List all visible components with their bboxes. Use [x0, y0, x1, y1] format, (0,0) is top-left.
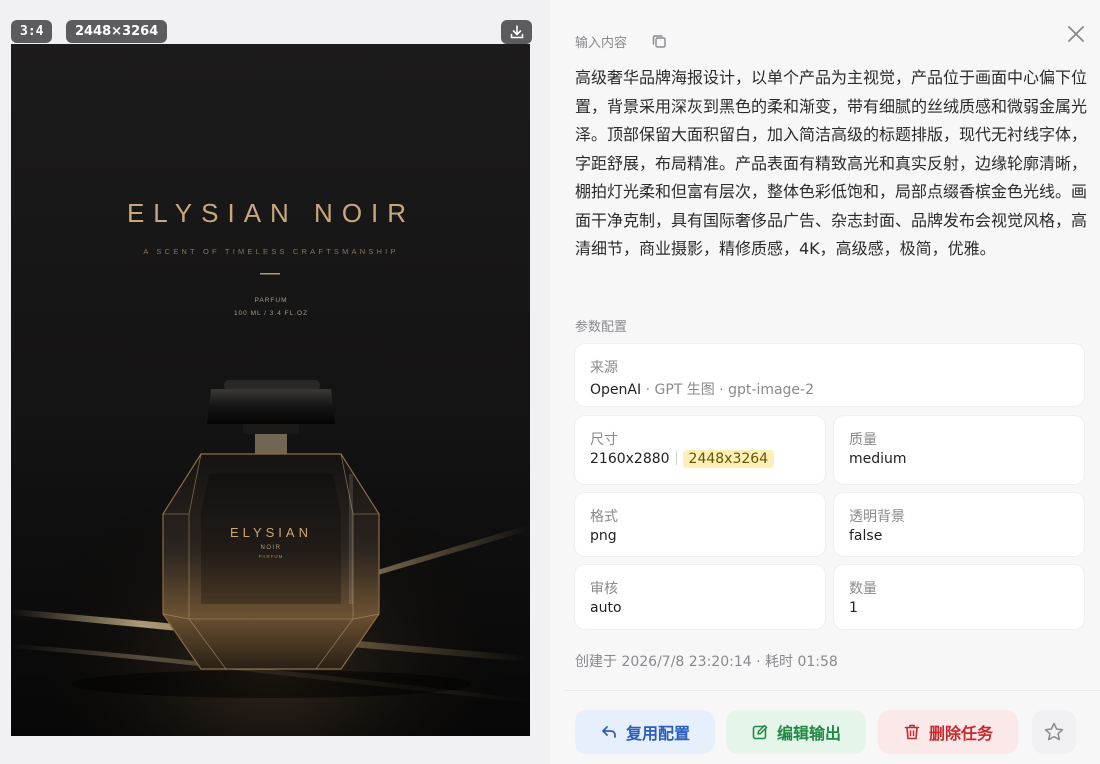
- param-transparent-value: false: [849, 528, 883, 544]
- resolution-badge: 2448×3264: [66, 20, 168, 43]
- image-detail-dialog: 3:4 2448×3264 ELYSIAN NOIR A SCENT OF TI…: [0, 0, 1100, 764]
- divider: [564, 690, 1100, 691]
- param-moderation-card: 审核 auto: [575, 565, 825, 629]
- param-moderation-value: auto: [590, 600, 622, 616]
- star-icon: [1044, 722, 1064, 741]
- edit-output-button[interactable]: 编辑输出: [726, 710, 866, 754]
- poster-volume: 100 ML / 3.4 FL.OZ: [234, 310, 308, 317]
- poster-product-type: PARFUM: [255, 297, 288, 304]
- task-details-pane: 输入内容 高级奢华品牌海报设计，以单个产品为主视觉，产品位于画面中心偏下位置，背…: [550, 0, 1100, 764]
- actual-size-highlight: 2448x3264: [682, 450, 775, 468]
- params-section-title: 参数配置: [575, 320, 628, 335]
- param-quality-label: 质量: [849, 432, 877, 448]
- download-button[interactable]: [501, 20, 532, 44]
- trash-icon: [904, 724, 920, 740]
- generated-image[interactable]: ELYSIAN NOIR A SCENT OF TIMELESS CRAFTSM…: [11, 44, 530, 736]
- source-dot: ·: [645, 382, 651, 398]
- param-format-value: png: [590, 528, 617, 544]
- image-preview-pane: 3:4 2448×3264 ELYSIAN NOIR A SCENT OF TI…: [0, 0, 550, 764]
- input-section-title: 输入内容: [575, 36, 628, 51]
- requested-size: 2160x2880: [590, 451, 670, 467]
- param-transparent-label: 透明背景: [849, 509, 905, 525]
- param-source-value: OpenAI · GPT 生图 · gpt-image-2: [590, 379, 814, 399]
- reuse-config-label: 复用配置: [625, 724, 690, 743]
- reuse-config-button[interactable]: 复用配置: [575, 710, 715, 754]
- param-count-card: 数量 1: [834, 565, 1084, 629]
- copy-icon[interactable]: [651, 33, 667, 49]
- size-separator: [675, 451, 677, 465]
- param-size-value: 2160x2880 2448x3264: [590, 450, 775, 468]
- param-moderation-label: 审核: [590, 581, 618, 597]
- delete-task-label: 删除任务: [928, 724, 993, 743]
- poster-divider: [260, 273, 280, 275]
- param-quality-value: medium: [849, 451, 907, 467]
- param-format-label: 格式: [590, 509, 618, 525]
- close-icon[interactable]: [1065, 23, 1087, 45]
- param-source-card: 来源 OpenAI · GPT 生图 · gpt-image-2: [575, 344, 1084, 406]
- download-icon: [510, 25, 523, 39]
- bottle-type: PARFUM: [259, 554, 284, 559]
- source-mode: GPT 生图: [654, 382, 715, 398]
- perfume-poster: ELYSIAN NOIR A SCENT OF TIMELESS CRAFTSM…: [11, 44, 530, 736]
- param-count-label: 数量: [849, 581, 877, 597]
- delete-task-button[interactable]: 删除任务: [878, 710, 1018, 754]
- edit-output-label: 编辑输出: [776, 724, 841, 743]
- source-dot: ·: [719, 382, 724, 398]
- undo-arrow-icon: [602, 726, 616, 738]
- param-source-label: 来源: [590, 360, 618, 376]
- param-transparent-card: 透明背景 false: [834, 493, 1084, 556]
- param-size-label: 尺寸: [590, 432, 618, 448]
- poster-tagline: A SCENT OF TIMELESS CRAFTSMANSHIP: [143, 247, 398, 256]
- param-format-card: 格式 png: [575, 493, 825, 556]
- param-quality-card: 质量 medium: [834, 416, 1084, 484]
- bottle-sub: NOIR: [261, 545, 282, 551]
- param-size-card: 尺寸 2160x2880 2448x3264: [575, 416, 825, 484]
- created-timestamp: 创建于 2026/7/8 23:20:14 · 耗时 01:58: [575, 654, 838, 670]
- prompt-text: 高级奢华品牌海报设计，以单个产品为主视觉，产品位于画面中心偏下位置，背景采用深灰…: [575, 68, 1088, 258]
- edit-icon: [752, 724, 768, 740]
- aspect-ratio-badge: 3:4: [11, 20, 53, 43]
- source-provider: OpenAI: [590, 382, 642, 398]
- poster-brand-title: ELYSIAN NOIR: [127, 198, 415, 228]
- favorite-button[interactable]: [1032, 710, 1076, 754]
- param-count-value: 1: [849, 600, 858, 616]
- source-model: gpt-image-2: [728, 382, 815, 398]
- bottle-brand: ELYSIAN: [230, 525, 312, 540]
